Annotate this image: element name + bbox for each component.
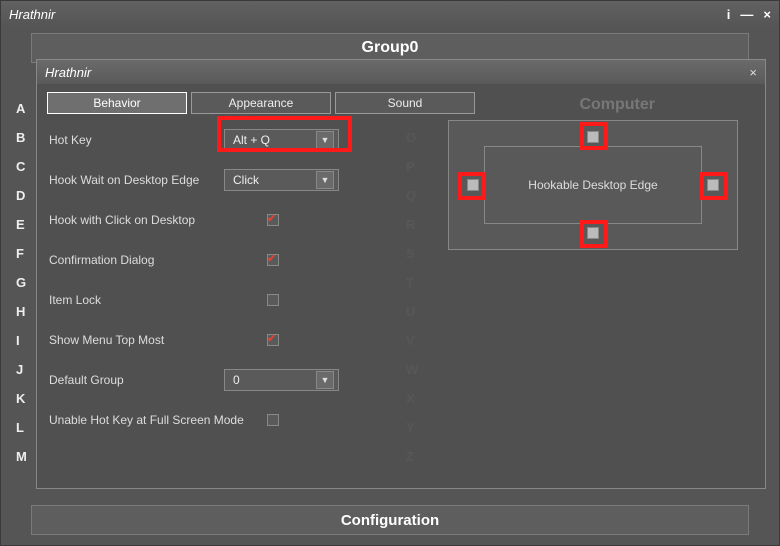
- row-show-topmost: Show Menu Top Most: [49, 320, 419, 360]
- panel-body: Hot Key Alt + Q ▼ Hook Wait on Desktop E…: [37, 120, 765, 480]
- dropdown-hook-wait-value: Click: [233, 173, 259, 187]
- label-hot-key: Hot Key: [49, 133, 224, 147]
- letter-slot: I: [16, 333, 27, 350]
- settings-right-column: Hookable Desktop Edge: [433, 120, 753, 250]
- row-default-group: Default Group 0 ▼: [49, 360, 419, 400]
- letter-slot: G: [16, 275, 27, 292]
- label-item-lock: Item Lock: [49, 293, 267, 307]
- checkbox-hook-click[interactable]: [267, 214, 279, 226]
- letter-slot: E: [16, 217, 27, 234]
- edge-label: Hookable Desktop Edge: [528, 178, 657, 192]
- tab-behavior[interactable]: Behavior: [47, 92, 187, 114]
- highlight-edge-top: [580, 122, 608, 150]
- dropdown-hook-wait[interactable]: Click ▼: [224, 169, 339, 191]
- hookable-edge-box: Hookable Desktop Edge: [448, 120, 738, 250]
- label-hook-click: Hook with Click on Desktop: [49, 213, 267, 227]
- dialog-tabs: Behavior Appearance Sound Computer: [37, 84, 765, 120]
- letter-slot: B: [16, 130, 27, 147]
- checkbox-show-topmost[interactable]: [267, 334, 279, 346]
- letter-slot: D: [16, 188, 27, 205]
- checkbox-item-lock[interactable]: [267, 294, 279, 306]
- letter-slot: K: [16, 391, 27, 408]
- dropdown-default-group[interactable]: 0 ▼: [224, 369, 339, 391]
- label-show-topmost: Show Menu Top Most: [49, 333, 267, 347]
- group-header-label: Group0: [362, 39, 419, 57]
- dialog-close-icon[interactable]: ×: [749, 65, 757, 80]
- highlight-edge-left: [458, 172, 486, 200]
- outer-window-controls: i — ×: [727, 7, 771, 22]
- outer-titlebar: Hrathnir i — ×: [1, 1, 779, 27]
- checkbox-unable-hotkey[interactable]: [267, 414, 279, 426]
- chevron-down-icon: ▼: [316, 171, 334, 189]
- tab-sound[interactable]: Sound: [335, 92, 475, 114]
- row-hook-wait: Hook Wait on Desktop Edge Click ▼: [49, 160, 419, 200]
- outer-window-title: Hrathnir: [9, 7, 55, 22]
- dialog-title: Hrathnir: [45, 65, 91, 80]
- highlight-edge-right: [700, 172, 728, 200]
- letter-slot: F: [16, 246, 27, 263]
- letter-slot: A: [16, 101, 27, 118]
- config-footer-label: Configuration: [341, 512, 439, 529]
- highlight-hotkey: [217, 116, 352, 152]
- highlight-edge-bottom: [580, 220, 608, 248]
- letter-slot: L: [16, 420, 27, 437]
- letter-slot: H: [16, 304, 27, 321]
- tab-appearance[interactable]: Appearance: [191, 92, 331, 114]
- edge-inner: Hookable Desktop Edge: [484, 146, 702, 224]
- bg-hint-computer: Computer: [579, 96, 655, 114]
- letters-left: ABCDEFGHIJKLM: [16, 101, 27, 466]
- close-icon[interactable]: ×: [763, 7, 771, 22]
- dropdown-default-group-value: 0: [233, 373, 240, 387]
- label-confirm-dialog: Confirmation Dialog: [49, 253, 267, 267]
- label-hook-wait: Hook Wait on Desktop Edge: [49, 173, 224, 187]
- settings-dialog: Hrathnir × Behavior Appearance Sound Com…: [36, 59, 766, 489]
- tab-appearance-label: Appearance: [229, 96, 294, 110]
- letter-slot: M: [16, 449, 27, 466]
- tab-behavior-label: Behavior: [93, 96, 140, 110]
- label-default-group: Default Group: [49, 373, 224, 387]
- settings-left-column: Hot Key Alt + Q ▼ Hook Wait on Desktop E…: [49, 120, 419, 440]
- row-unable-hotkey: Unable Hot Key at Full Screen Mode: [49, 400, 419, 440]
- info-icon[interactable]: i: [727, 7, 731, 22]
- letter-slot: J: [16, 362, 27, 379]
- row-hook-click: Hook with Click on Desktop: [49, 200, 419, 240]
- label-unable-hotkey: Unable Hot Key at Full Screen Mode: [49, 413, 267, 427]
- tab-sound-label: Sound: [388, 96, 423, 110]
- config-footer[interactable]: Configuration: [31, 505, 749, 535]
- letter-slot: C: [16, 159, 27, 176]
- minimize-icon[interactable]: —: [740, 7, 753, 22]
- dialog-titlebar: Hrathnir ×: [37, 60, 765, 84]
- chevron-down-icon: ▼: [316, 371, 334, 389]
- checkbox-confirm-dialog[interactable]: [267, 254, 279, 266]
- row-confirm-dialog: Confirmation Dialog: [49, 240, 419, 280]
- outer-window: Hrathnir i — × Group0 1234567890 ABCDEFG…: [0, 0, 780, 546]
- row-item-lock: Item Lock: [49, 280, 419, 320]
